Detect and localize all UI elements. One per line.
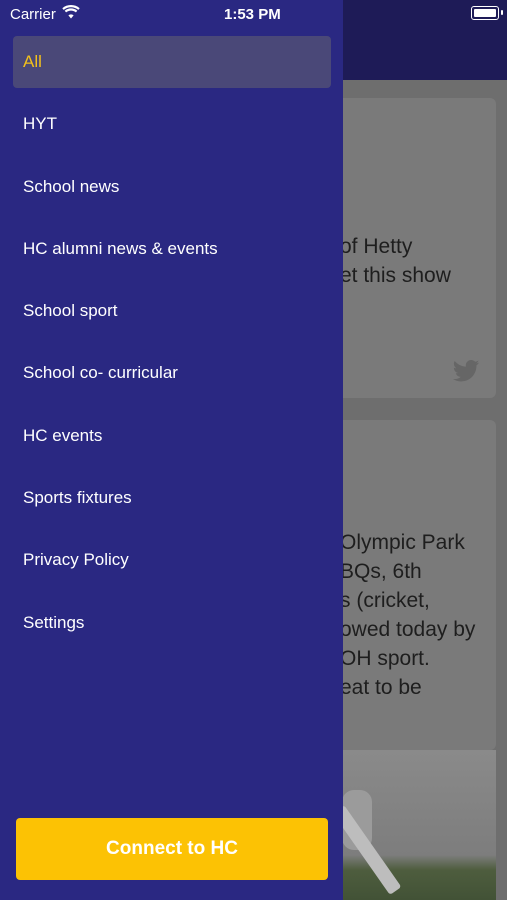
menu-item-school-news[interactable]: School news — [13, 161, 331, 213]
menu-item-hc-events[interactable]: HC events — [13, 410, 331, 462]
menu-item-privacy-policy[interactable]: Privacy Policy — [13, 534, 331, 586]
menu-item-settings[interactable]: Settings — [13, 597, 331, 649]
menu-item-hyt[interactable]: HYT — [13, 98, 331, 150]
menu-item-sports-fixtures[interactable]: Sports fixtures — [13, 472, 331, 524]
drawer-menu: All HYT School news HC alumni news & eve… — [13, 36, 331, 659]
navigation-drawer: All HYT School news HC alumni news & eve… — [0, 0, 343, 900]
connect-button[interactable]: Connect to HC — [16, 818, 328, 880]
feed-card[interactable]: of Hetty et this show — [330, 98, 496, 398]
wifi-icon — [62, 5, 80, 19]
carrier-label: Carrier — [10, 6, 56, 23]
feed-card-text: of Hetty et this show — [340, 235, 451, 287]
menu-item-school-sport[interactable]: School sport — [13, 285, 331, 337]
battery-icon — [471, 6, 503, 20]
feed-card-text: Olympic Park BQs, 6th s (cricket, owed t… — [340, 531, 476, 699]
menu-item-co-curricular[interactable]: School co- curricular — [13, 347, 331, 399]
menu-item-alumni-news-events[interactable]: HC alumni news & events — [13, 223, 331, 275]
status-bar: Carrier 1:53 PM — [0, 0, 507, 28]
feed-photo — [330, 750, 496, 900]
menu-item-all[interactable]: All — [13, 36, 331, 88]
clock: 1:53 PM — [224, 6, 281, 23]
feed-card[interactable]: Olympic Park BQs, 6th s (cricket, owed t… — [330, 420, 496, 750]
twitter-icon — [452, 360, 480, 382]
